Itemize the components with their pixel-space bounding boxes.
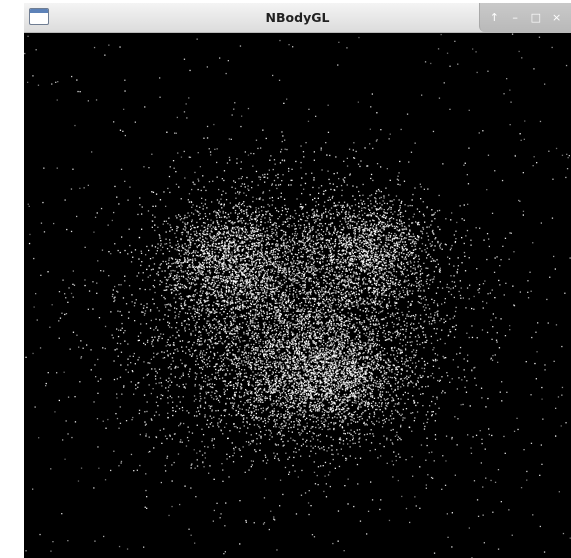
title-bar[interactable]: NBodyGL ↑ – □ × [24, 3, 571, 33]
particle-field [24, 33, 571, 558]
nbody-window: NBodyGL ↑ – □ × [24, 3, 571, 558]
minimize-icon[interactable]: – [506, 9, 524, 27]
simulation-canvas[interactable] [24, 33, 571, 558]
maximize-icon[interactable]: □ [527, 9, 545, 27]
close-icon[interactable]: × [548, 9, 566, 27]
shade-up-icon[interactable]: ↑ [485, 9, 503, 27]
window-controls: ↑ – □ × [479, 3, 571, 32]
